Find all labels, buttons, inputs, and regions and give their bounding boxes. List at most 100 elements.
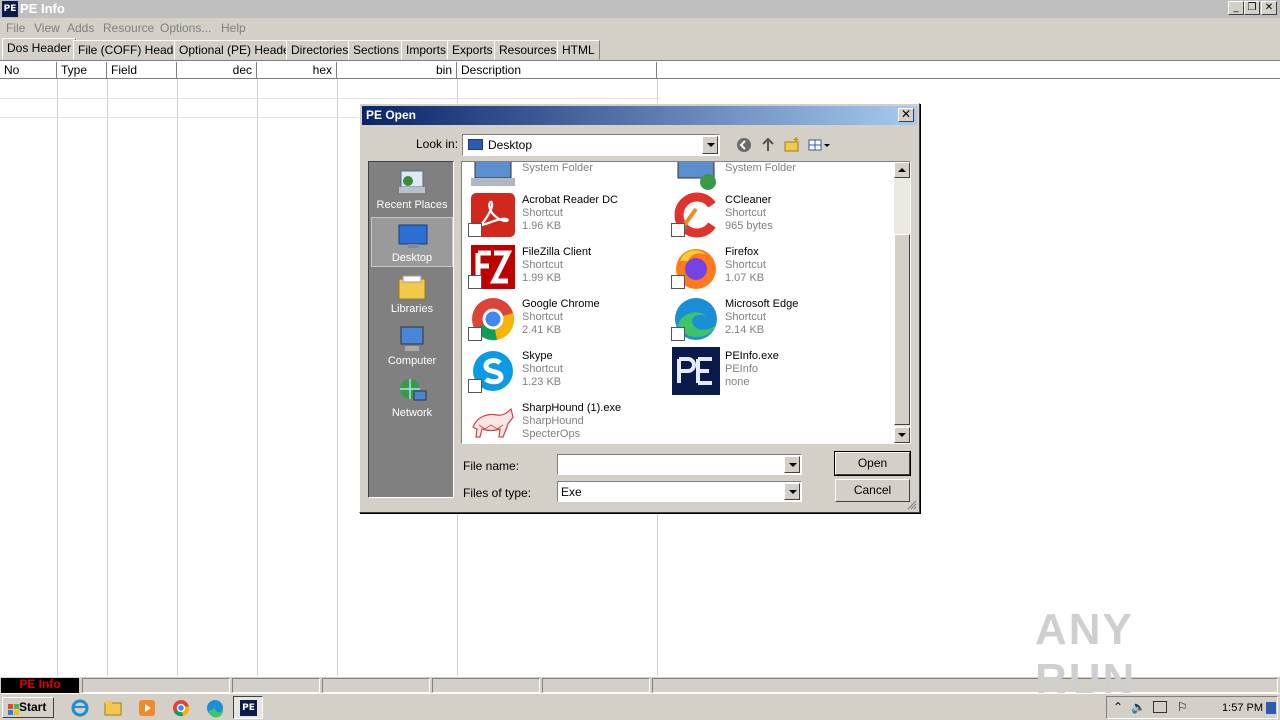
file-name-dropdown-button[interactable] (784, 456, 800, 473)
menu-file[interactable]: File (6, 21, 25, 35)
files-of-type-label: Files of type: (463, 486, 532, 500)
internet-explorer-icon[interactable] (70, 698, 90, 718)
cancel-button[interactable]: Cancel (835, 479, 910, 502)
file-type: Shortcut (522, 311, 563, 323)
file-list-scrollbar[interactable] (894, 162, 910, 443)
up-folder-icon[interactable] (759, 136, 777, 154)
file-item-chrome[interactable]: Google Chrome Shortcut 2.41 KB (465, 293, 665, 345)
file-size: none (725, 376, 750, 388)
menu-resource[interactable]: Resource (103, 21, 154, 35)
place-libraries[interactable]: Libraries (371, 269, 453, 319)
start-label: Start (19, 700, 47, 714)
start-button[interactable]: Start (2, 697, 54, 718)
file-type: Shortcut (725, 259, 766, 271)
file-list[interactable]: System Folder System Folder Acrobat Read… (461, 161, 911, 444)
place-desktop[interactable]: Desktop (371, 217, 453, 267)
close-window-button[interactable]: ✕ (1261, 1, 1277, 15)
look-in-dropdown-button[interactable] (702, 136, 718, 154)
place-network[interactable]: Network (371, 373, 453, 423)
status-panel (232, 678, 320, 693)
file-item-peinfo[interactable]: PEInfo.exe PEInfo none (668, 345, 868, 397)
tab-html[interactable]: HTML (557, 40, 600, 60)
taskbar: Start PE ⌃ 🔈 ⚐ 1:57 PM (0, 693, 1280, 720)
tab-directories[interactable]: Directories (286, 40, 354, 60)
file-size: 1.99 KB (522, 272, 562, 284)
title-bar: PE PE Info _ ❐ ✕ (0, 0, 1280, 18)
file-item-skype[interactable]: Skype Shortcut 1.23 KB (465, 345, 665, 397)
menu-view[interactable]: View (34, 21, 60, 35)
files-of-type-select[interactable]: Exe (557, 481, 802, 502)
file-size: SpecterOps (522, 428, 581, 440)
anyrun-watermark: ANY RUN (1035, 605, 1137, 704)
status-panel (432, 678, 540, 693)
tab-dos-header[interactable]: Dos Header (2, 38, 77, 60)
place-label: Recent Places (376, 199, 448, 211)
action-center-flag-icon[interactable]: ⚐ (1177, 700, 1188, 714)
column-header-field[interactable]: Field (107, 62, 177, 79)
file-name: Google Chrome (522, 298, 600, 310)
tab-optional-pe-header[interactable]: Optional (PE) Header (174, 40, 299, 60)
media-player-icon[interactable] (137, 698, 157, 718)
file-item-edge[interactable]: Microsoft Edge Shortcut 2.14 KB (668, 293, 868, 345)
status-panel (82, 678, 230, 693)
file-name: SharpHound (1).exe (522, 402, 622, 414)
file-name: FileZilla Client (522, 246, 592, 258)
file-explorer-icon[interactable] (103, 698, 123, 718)
grid-divider (337, 79, 338, 676)
new-folder-icon[interactable] (783, 136, 801, 154)
look-in-combo[interactable]: Desktop (462, 134, 720, 156)
file-item-acrobat[interactable]: Acrobat Reader DC Shortcut 1.96 KB (465, 189, 665, 241)
tab-resources[interactable]: Resources (494, 40, 562, 60)
shortcut-arrow-icon (468, 275, 482, 289)
column-header-bin[interactable]: bin (337, 62, 457, 79)
file-item-sharphound[interactable]: SharpHound (1).exe SharpHound SpecterOps (465, 397, 665, 443)
shortcut-arrow-icon (468, 327, 482, 341)
restore-button[interactable]: ❐ (1244, 1, 1260, 15)
volume-icon[interactable]: 🔈 (1131, 700, 1146, 714)
place-recent-places[interactable]: Recent Places (371, 165, 453, 215)
scroll-thumb[interactable] (894, 234, 910, 425)
dialog-title-bar: PE Open ✕ (362, 106, 917, 125)
minimize-button[interactable]: _ (1228, 1, 1244, 15)
menu-adds[interactable]: Adds (67, 21, 94, 35)
file-type: System Folder (725, 162, 796, 174)
file-size: 1.23 KB (522, 376, 562, 388)
file-item-firefox[interactable]: Firefox Shortcut 1.07 KB (668, 241, 868, 293)
pe-open-dialog: PE Open ✕ Look in: Desktop Recent Places… (359, 103, 920, 513)
clock[interactable]: 1:57 PM (1222, 702, 1263, 714)
tab-exports[interactable]: Exports (447, 40, 498, 60)
pe-info-task-button[interactable]: PE (233, 696, 263, 719)
desktop-small-icon (468, 139, 483, 150)
file-item-ccleaner[interactable]: CCleaner Shortcut 965 bytes (668, 189, 868, 241)
file-name-input[interactable] (557, 454, 802, 475)
file-item-filezilla[interactable]: FileZilla Client Shortcut 1.99 KB (465, 241, 665, 293)
network-tray-icon[interactable] (1153, 701, 1167, 713)
scroll-down-button[interactable] (894, 427, 910, 443)
view-menu-icon[interactable] (807, 136, 831, 154)
scroll-up-button[interactable] (894, 162, 910, 178)
column-header-type[interactable]: Type (57, 62, 107, 79)
resize-grip-icon[interactable] (907, 500, 917, 510)
menu-options[interactable]: Options... (160, 21, 211, 35)
back-icon[interactable] (735, 136, 753, 154)
chrome-taskbar-icon[interactable] (171, 698, 191, 718)
show-desktop-icon[interactable] (1266, 702, 1276, 714)
file-name: Microsoft Edge (725, 298, 799, 310)
place-computer[interactable]: Computer (371, 321, 453, 371)
file-name: Skype (522, 350, 553, 362)
dialog-close-button[interactable]: ✕ (898, 108, 914, 122)
files-of-type-dropdown-button[interactable] (784, 483, 800, 500)
menu-help[interactable]: Help (221, 21, 246, 35)
open-button[interactable]: Open (834, 451, 911, 476)
tray-expand-icon[interactable]: ⌃ (1113, 700, 1123, 714)
edge-taskbar-icon[interactable] (205, 698, 225, 718)
tab-sections[interactable]: Sections (348, 40, 405, 60)
column-header-dec[interactable]: dec (177, 62, 257, 79)
file-type: Shortcut (522, 207, 563, 219)
pe-task-icon: PE (240, 700, 257, 716)
tab-file-coff-header[interactable]: File (COFF) Header (73, 40, 190, 60)
column-header-no[interactable]: No (0, 62, 57, 79)
tab-imports[interactable]: Imports (401, 40, 452, 60)
column-header-description[interactable]: Description (457, 62, 657, 79)
column-header-hex[interactable]: hex (257, 62, 337, 79)
